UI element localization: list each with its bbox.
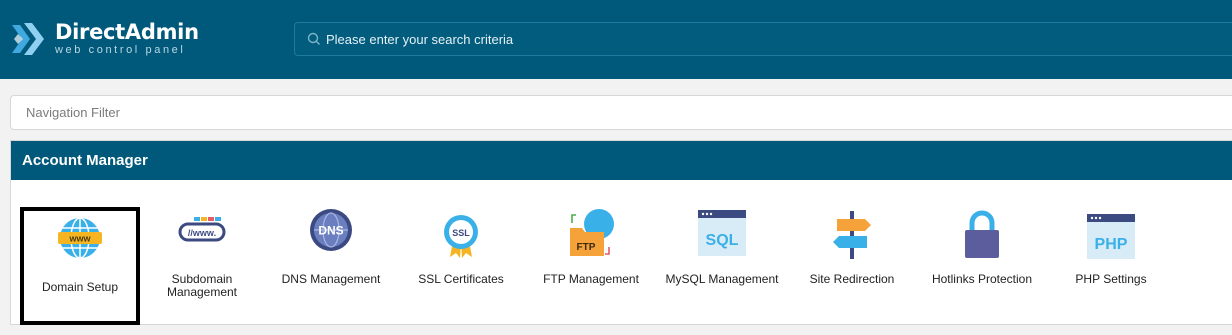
svg-text://www.: //www. xyxy=(188,228,216,238)
tile-label: PHP Settings xyxy=(1075,272,1147,286)
svg-text:SQL: SQL xyxy=(706,232,739,249)
tile-php-settings[interactable]: PHP PHP Settings xyxy=(1051,207,1171,325)
svg-text:www: www xyxy=(68,234,91,244)
tile-ssl-certificates[interactable]: SSL SSL Certificates xyxy=(401,207,521,325)
directadmin-logo[interactable]: DirectAdmin web control panel xyxy=(10,19,210,61)
www-globe-icon: www xyxy=(58,217,102,259)
brand-name: DirectAdmin xyxy=(55,20,199,44)
tile-label: Hotlinks Protection xyxy=(931,272,1033,286)
tile-ftp-management[interactable]: FTP FTP Management xyxy=(531,207,651,325)
global-search[interactable] xyxy=(294,22,1232,56)
navigation-filter-input[interactable] xyxy=(26,96,1126,129)
tile-label: FTP Management xyxy=(543,272,639,286)
tile-label: Domain Setup xyxy=(41,280,119,294)
tile-site-redirection[interactable]: Site Redirection xyxy=(792,207,912,325)
svg-text:PHP: PHP xyxy=(1095,236,1128,253)
brand-tagline: web control panel xyxy=(55,44,186,56)
php-window-icon: PHP xyxy=(1087,214,1135,259)
top-bar: DirectAdmin web control panel xyxy=(0,0,1232,79)
search-input[interactable] xyxy=(326,23,1206,55)
tile-dns-management[interactable]: DNS DNS Management xyxy=(271,207,391,325)
padlock-icon xyxy=(965,210,999,258)
subdomain-icon: //www. xyxy=(178,217,226,242)
tile-mysql-management[interactable]: SQL MySQL Management xyxy=(662,207,782,325)
tile-subdomain-management[interactable]: //www. Subdomain Management xyxy=(142,207,262,325)
tile-label: MySQL Management xyxy=(665,272,779,286)
panel-header: Account Manager xyxy=(11,141,1232,180)
ftp-folder-icon: FTP xyxy=(570,209,614,256)
sql-window-icon: SQL xyxy=(698,210,746,256)
panel-title: Account Manager xyxy=(22,152,148,169)
tile-label: DNS Management xyxy=(281,272,381,286)
signpost-icon xyxy=(833,211,871,259)
svg-text:SSL: SSL xyxy=(452,228,470,238)
account-manager-panel: Account Manager www Domain Setup //www. … xyxy=(10,140,1232,325)
navigation-filter[interactable] xyxy=(10,95,1232,130)
tile-label: Subdomain Management xyxy=(166,272,238,299)
svg-text:DNS: DNS xyxy=(318,224,343,238)
ssl-badge-icon: SSL xyxy=(444,215,478,258)
dns-globe-icon: DNS xyxy=(310,209,352,251)
logo-chevron-icon xyxy=(12,23,44,55)
tile-label: SSL Certificates xyxy=(418,272,504,286)
tile-domain-setup[interactable]: www Domain Setup xyxy=(20,207,140,325)
search-icon xyxy=(307,32,320,45)
svg-text:FTP: FTP xyxy=(577,242,596,253)
tile-hotlinks-protection[interactable]: Hotlinks Protection xyxy=(922,207,1042,325)
tile-label: Site Redirection xyxy=(809,272,895,286)
